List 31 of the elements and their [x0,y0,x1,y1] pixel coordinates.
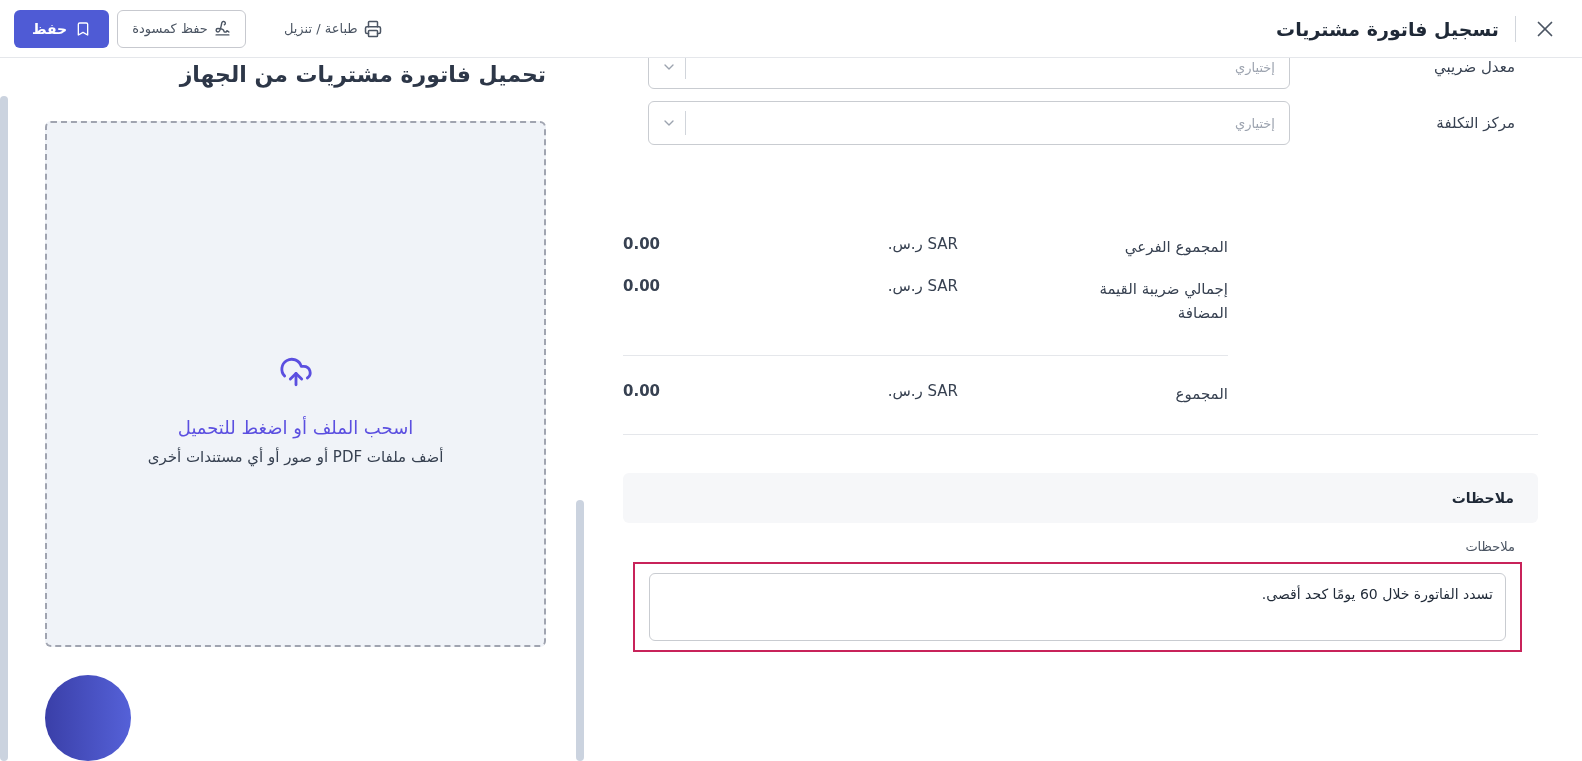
upload-hint: أضف ملفات PDF أو صور أو أي مستندات أخرى [147,448,444,466]
section-title: ملاحظات [1451,490,1514,506]
total-value: 0.00 [623,235,660,253]
notes-field[interactable]: تسدد الفاتورة خلال 60 يومًا كحد أقصى. [649,573,1506,641]
total-label: المجموع [1174,384,1228,405]
field-label: معدل ضريبي [1432,58,1515,76]
save-draft-button[interactable]: حفظ كمسودة [117,9,246,48]
total-value: 0.00 [623,277,660,295]
signature-icon [213,20,231,37]
currency-label: SAR ر.س. [886,235,958,253]
select-field[interactable]: إختياري [648,58,1290,89]
total-label: إجمالي ضريبة القيمة المضافة [1098,279,1228,324]
scrollbar[interactable] [576,500,584,761]
select-input[interactable]: إختياري [694,58,1277,76]
select-input[interactable]: إختياري [694,114,1277,132]
scrollbar[interactable] [0,96,8,761]
total-value: 0.00 [623,382,660,400]
notes-label: ملاحظات [1464,539,1515,554]
printer-icon [363,19,382,38]
currency-label: SAR ر.س. [886,277,958,295]
file-drop-zone[interactable]: اسحب الملف أو اضغط للتحميل أضف ملفات PDF أو صور أو أي مستندات أخرى [45,121,546,647]
total-label: المجموع الفرعي [1123,237,1228,259]
currency-label: SAR ر.س. [886,382,958,400]
upload-title: تحميل فاتورة مشتريات من الجهاز [179,62,546,87]
select-field[interactable]: إختياري [648,101,1290,145]
page-title: تسجيل فاتورة مشتريات [1276,17,1499,40]
cloud-upload-icon [278,355,313,389]
field-label: مركز التكلفة [1435,114,1515,132]
upload-prompt: اسحب الملف أو اضغط للتحميل [177,417,414,438]
print-download-button[interactable]: طباعة / تنزيل [283,19,382,38]
save-button[interactable]: حفظ [14,9,110,48]
